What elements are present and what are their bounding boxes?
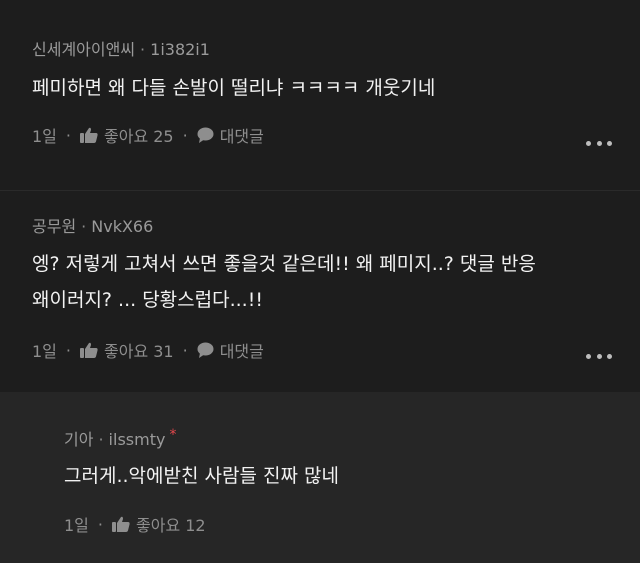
separator: · — [140, 40, 146, 59]
like-button[interactable]: 좋아요 12 — [112, 512, 206, 536]
speech-bubble-icon — [197, 127, 214, 143]
comment-actions: 1일 · 좋아요 12 — [64, 512, 206, 536]
author-nickname[interactable]: 신세계아이앤씨 — [32, 40, 135, 59]
comment-line: 그러게..악에받친 사람들 진짜 많네 — [64, 465, 339, 487]
like-label: 좋아요 31 — [104, 342, 174, 361]
timestamp: 1일 — [32, 342, 57, 361]
reply-button[interactable]: 대댓글 — [197, 338, 264, 362]
comment-line: 엥? 저렇게 고쳐서 쓰면 좋을것 같은데!! 왜 페미지..? 댓글 반응 — [32, 253, 536, 275]
like-button[interactable]: 좋아요 31 — [80, 338, 174, 362]
more-options-icon[interactable] — [586, 352, 612, 360]
separator: · — [81, 217, 87, 236]
comment-header: 기아 · ilssmty * — [64, 426, 176, 450]
reply-item: 기아 · ilssmty * 그러게..악에받친 사람들 진짜 많네 1일 · 좋아요… — [0, 392, 640, 563]
comment-text: 그러게..악에받친 사람들 진짜 많네 — [64, 458, 339, 494]
author-nickname[interactable]: 기아 — [64, 430, 93, 449]
author-id[interactable]: NvkX66 — [91, 217, 153, 236]
timestamp: 1일 — [32, 127, 57, 146]
separator: · — [98, 430, 104, 449]
speech-bubble-icon — [197, 342, 214, 358]
timestamp: 1일 — [64, 516, 89, 535]
like-label: 좋아요 25 — [104, 127, 174, 146]
comment-item: 신세계아이앤씨 · 1i382i1 페미하면 왜 다들 손발이 떨리냐 ㅋㅋㅋㅋ 개… — [0, 0, 640, 190]
comment-thread: 신세계아이앤씨 · 1i382i1 페미하면 왜 다들 손발이 떨리냐 ㅋㅋㅋㅋ 개… — [0, 0, 640, 563]
author-id[interactable]: ilssmty — [109, 430, 166, 449]
separator: · — [65, 125, 71, 145]
reply-label: 대댓글 — [219, 342, 264, 361]
more-options-icon[interactable] — [586, 139, 612, 147]
comment-text: 페미하면 왜 다들 손발이 떨리냐 ㅋㅋㅋㅋ 개웃기네 — [32, 70, 435, 106]
separator: · — [182, 340, 188, 360]
comment-header: 신세계아이앤씨 · 1i382i1 — [32, 36, 210, 60]
thumbs-up-icon — [112, 516, 130, 532]
comment-line: 페미하면 왜 다들 손발이 떨리냐 ㅋㅋㅋㅋ 개웃기네 — [32, 77, 436, 99]
separator: · — [182, 125, 188, 145]
reply-button[interactable]: 대댓글 — [197, 123, 264, 147]
comment-item: 공무원 · NvkX66 엥? 저렇게 고쳐서 쓰면 좋을것 같은데!! 왜 페미지… — [0, 190, 640, 386]
like-label: 좋아요 12 — [136, 516, 206, 535]
author-nickname[interactable]: 공무원 — [32, 217, 76, 236]
reply-label: 대댓글 — [219, 127, 264, 146]
thumbs-up-icon — [80, 127, 98, 143]
author-id[interactable]: 1i382i1 — [150, 40, 210, 59]
comment-line: 왜이러지? ... 당황스럽다...!! — [32, 289, 263, 311]
comment-actions: 1일 · 좋아요 31 · 대댓글 — [32, 338, 264, 362]
thumbs-up-icon — [80, 342, 98, 358]
comment-actions: 1일 · 좋아요 25 · 대댓글 — [32, 123, 264, 147]
comment-text: 엥? 저렇게 고쳐서 쓰면 좋을것 같은데!! 왜 페미지..? 댓글 반응 왜… — [32, 246, 536, 318]
like-button[interactable]: 좋아요 25 — [80, 123, 174, 147]
author-marker: * — [169, 427, 177, 443]
separator: · — [65, 340, 71, 360]
separator: · — [97, 514, 103, 534]
comment-header: 공무원 · NvkX66 — [32, 213, 153, 237]
